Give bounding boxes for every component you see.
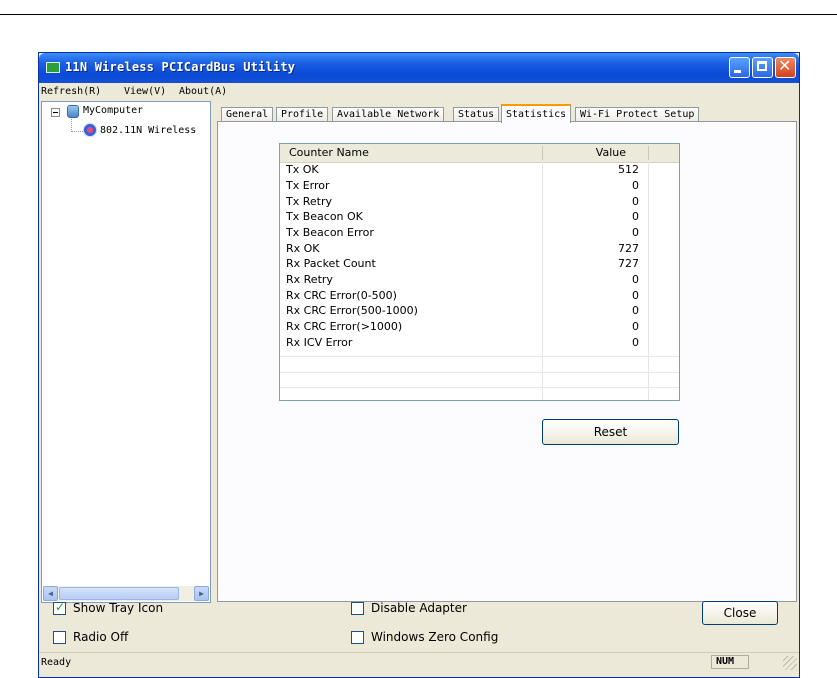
counter-name: Tx Beacon Error bbox=[286, 226, 374, 239]
counter-value: 0 bbox=[632, 195, 639, 208]
status-bar: Ready NUM bbox=[39, 652, 799, 673]
collapse-icon[interactable] bbox=[51, 108, 60, 117]
counter-name: Rx Packet Count bbox=[286, 257, 376, 270]
menu-bar: Refresh(R) View(V) About(A) bbox=[39, 83, 799, 100]
scroll-left-icon[interactable]: ◀ bbox=[43, 586, 58, 601]
computer-icon bbox=[67, 105, 79, 118]
empty-row-line bbox=[280, 387, 679, 388]
wireless-adapter-icon bbox=[83, 123, 97, 137]
table-row[interactable]: Rx CRC Error(500-1000) 0 bbox=[280, 304, 679, 319]
table-row[interactable]: Rx Packet Count 727 bbox=[280, 257, 679, 272]
counter-name: Rx CRC Error(0-500) bbox=[286, 289, 397, 302]
num-lock-indicator: NUM bbox=[711, 655, 749, 669]
column-divider[interactable] bbox=[648, 146, 649, 160]
counter-value: 0 bbox=[632, 320, 639, 333]
close-button[interactable]: Close bbox=[702, 601, 778, 625]
table-row[interactable]: Tx Beacon OK 0 bbox=[280, 210, 679, 225]
counter-value: 727 bbox=[618, 242, 639, 255]
tab-status[interactable]: Status bbox=[453, 107, 500, 122]
checkbox-box[interactable]: ✓ bbox=[53, 600, 66, 615]
minimize-icon bbox=[734, 70, 741, 73]
statistics-table[interactable]: Counter Name Value Tx OK 512 Tx Error 0 Tx… bbox=[279, 143, 680, 401]
tree-horizontal-scrollbar[interactable]: ◀ ▶ bbox=[43, 586, 209, 601]
app-window: 11N Wireless PCICardBus Utility ✕ Refres… bbox=[38, 52, 800, 678]
device-tree[interactable]: MyComputer 802.11N Wireless ◀ ▶ bbox=[41, 101, 211, 603]
table-row[interactable]: Tx Error 0 bbox=[280, 179, 679, 194]
table-row[interactable]: Tx OK 512 bbox=[280, 163, 679, 178]
counter-value: 0 bbox=[632, 179, 639, 192]
counter-name: Rx CRC Error(500-1000) bbox=[286, 304, 418, 317]
tree-item-wireless[interactable]: 802.11N Wireless bbox=[100, 125, 196, 136]
table-header: Counter Name Value bbox=[280, 144, 679, 163]
table-row[interactable]: Tx Beacon Error 0 bbox=[280, 226, 679, 241]
empty-row-line bbox=[280, 372, 679, 373]
checkbox-label[interactable]: Show Tray Icon bbox=[73, 601, 163, 615]
counter-value: 512 bbox=[618, 163, 639, 176]
close-window-button[interactable]: ✕ bbox=[775, 56, 796, 78]
table-row[interactable]: Tx Retry 0 bbox=[280, 195, 679, 210]
scroll-thumb[interactable] bbox=[59, 587, 179, 600]
table-row[interactable]: Rx OK 727 bbox=[280, 242, 679, 257]
tab-wifi-protect-setup[interactable]: Wi-Fi Protect Setup bbox=[575, 107, 700, 122]
tab-statistics[interactable]: Statistics bbox=[501, 104, 572, 123]
page-rule bbox=[0, 14, 837, 15]
counter-value: 0 bbox=[632, 336, 639, 349]
counter-name: Tx Beacon OK bbox=[286, 210, 363, 223]
checkbox-label[interactable]: Radio Off bbox=[73, 630, 128, 644]
counter-name: Rx CRC Error(>1000) bbox=[286, 320, 403, 333]
counter-value: 727 bbox=[618, 257, 639, 270]
checkbox-label[interactable]: Windows Zero Config bbox=[371, 630, 498, 644]
empty-row-line bbox=[280, 356, 679, 357]
counter-name: Rx OK bbox=[286, 242, 320, 255]
counter-value: 0 bbox=[632, 273, 639, 286]
counter-value: 0 bbox=[632, 304, 639, 317]
menu-refresh[interactable]: Refresh(R) bbox=[41, 86, 101, 97]
menu-view[interactable]: View(V) bbox=[124, 86, 166, 97]
table-row[interactable]: Rx Retry 0 bbox=[280, 273, 679, 288]
tab-profile[interactable]: Profile bbox=[276, 107, 329, 122]
tree-connector bbox=[71, 131, 83, 133]
table-row[interactable]: Rx CRC Error(0-500) 0 bbox=[280, 289, 679, 304]
counter-name: Rx ICV Error bbox=[286, 336, 353, 349]
maximize-icon bbox=[757, 61, 767, 71]
status-text: Ready bbox=[41, 657, 72, 668]
tab-general[interactable]: General bbox=[221, 107, 274, 122]
counter-name: Tx OK bbox=[286, 163, 319, 176]
app-icon bbox=[46, 62, 60, 73]
table-row[interactable]: Rx CRC Error(>1000) 0 bbox=[280, 320, 679, 335]
menu-about[interactable]: About(A) bbox=[179, 86, 227, 97]
minimize-button[interactable] bbox=[729, 57, 750, 78]
reset-button[interactable]: Reset bbox=[542, 419, 679, 445]
counter-name: Rx Retry bbox=[286, 273, 333, 286]
checkbox-box[interactable] bbox=[351, 602, 364, 615]
scroll-right-icon[interactable]: ▶ bbox=[194, 586, 209, 601]
tree-root-mycomputer[interactable]: MyComputer bbox=[83, 105, 143, 116]
checkbox-box[interactable] bbox=[351, 631, 364, 644]
checkbox-box[interactable] bbox=[53, 631, 66, 644]
counter-value: 0 bbox=[632, 289, 639, 302]
checkbox-label[interactable]: Disable Adapter bbox=[371, 601, 467, 615]
maximize-button[interactable] bbox=[752, 57, 773, 78]
column-header-counter-name[interactable]: Counter Name bbox=[289, 146, 369, 159]
window-title: 11N Wireless PCICardBus Utility bbox=[65, 60, 296, 74]
counter-value: 0 bbox=[632, 226, 639, 239]
column-header-value[interactable]: Value bbox=[542, 146, 626, 159]
counter-name: Tx Error bbox=[286, 179, 330, 192]
close-icon: ✕ bbox=[778, 56, 792, 75]
table-row[interactable]: Rx ICV Error 0 bbox=[280, 336, 679, 351]
counter-value: 0 bbox=[632, 210, 639, 223]
tab-available-network[interactable]: Available Network bbox=[332, 107, 445, 122]
title-bar[interactable]: 11N Wireless PCICardBus Utility ✕ bbox=[39, 53, 799, 83]
counter-name: Tx Retry bbox=[286, 195, 332, 208]
resize-grip-icon[interactable] bbox=[783, 656, 797, 670]
checkmark-icon: ✓ bbox=[55, 600, 66, 614]
